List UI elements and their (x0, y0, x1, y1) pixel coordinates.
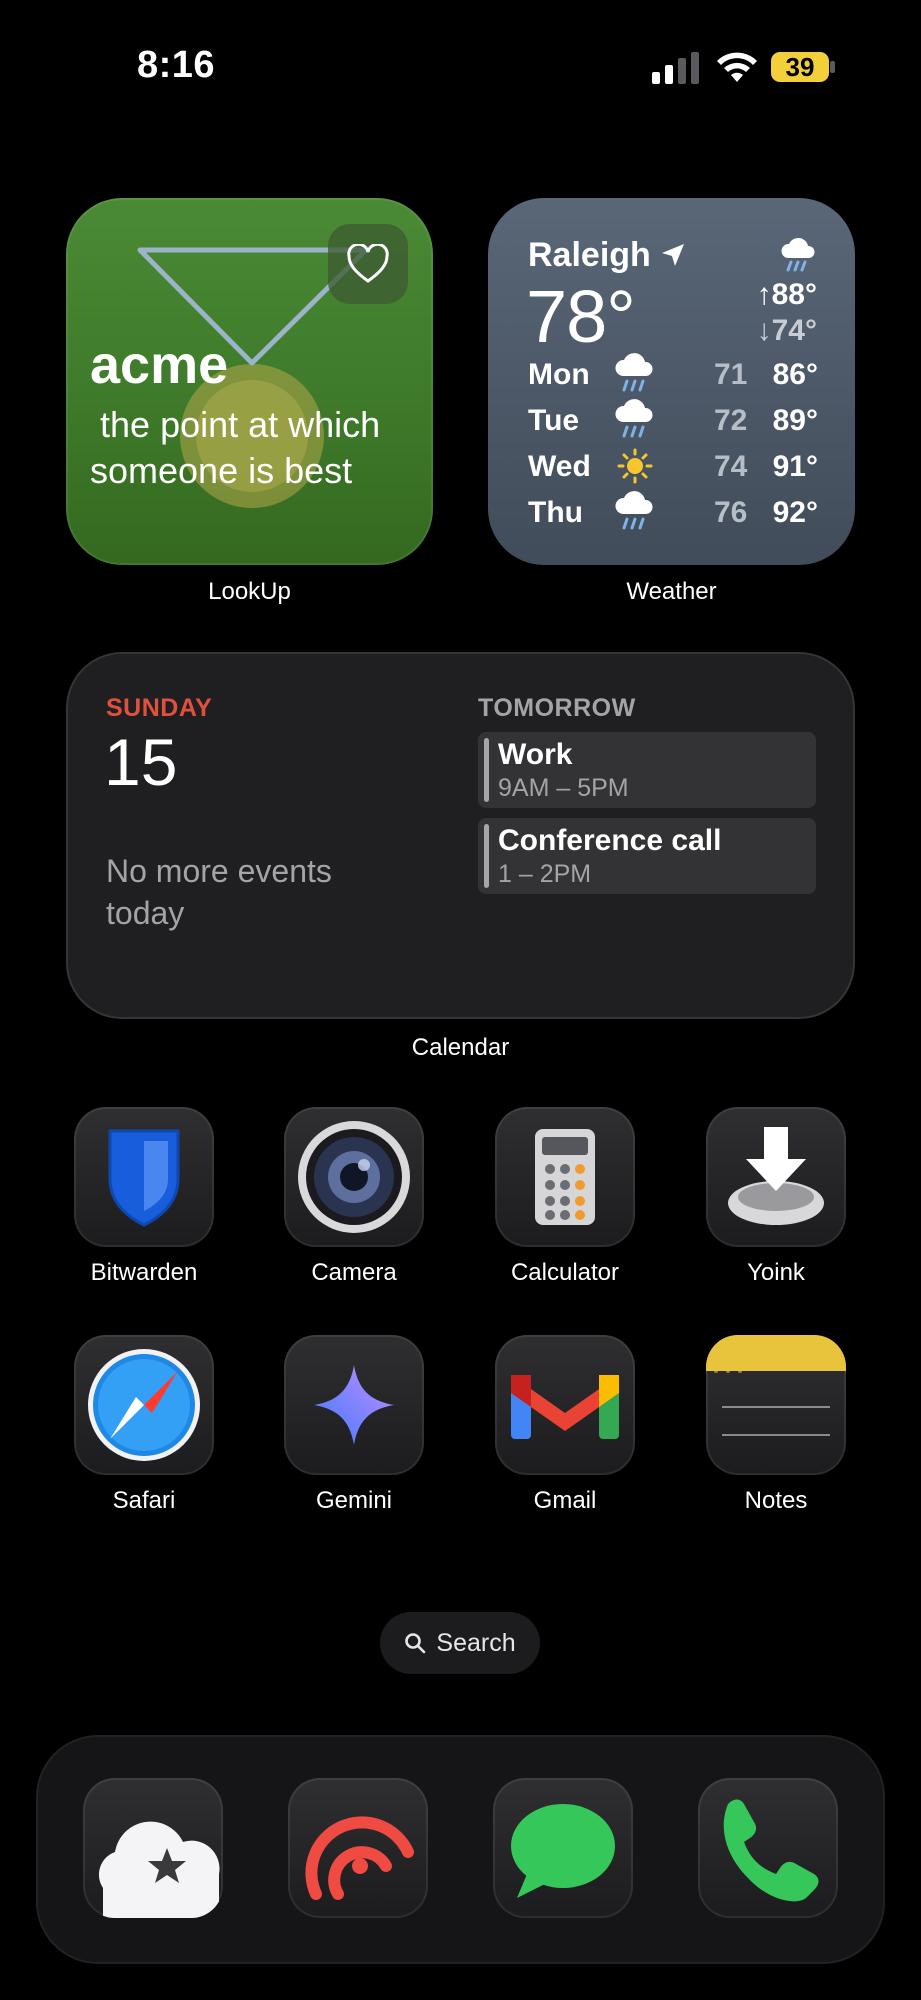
app-label: Notes (744, 1487, 808, 1514)
dock-app-messages[interactable] (493, 1778, 633, 1918)
camera-icon (298, 1121, 410, 1233)
sun-icon (617, 448, 653, 484)
cloud-rain-icon (615, 491, 653, 530)
shield-icon (108, 1129, 180, 1227)
app-bitwarden[interactable]: Bitwarden (74, 1107, 214, 1287)
status-time: 8:16 (137, 44, 216, 86)
heart-icon (347, 244, 389, 283)
forecast-day: Mon (528, 358, 590, 391)
cloud-rain-icon (781, 237, 815, 272)
calendar-widget[interactable]: SUNDAY 15 No more events today TOMORROW … (66, 652, 855, 1019)
forecast-row: Thu 76 92° (528, 491, 818, 540)
app-label: Camera (311, 1259, 397, 1286)
calendar-tomorrow-heading: TOMORROW (478, 694, 636, 722)
gmail-app-icon[interactable] (495, 1335, 635, 1475)
event-time: 9AM – 5PM (498, 774, 629, 802)
safari-app-icon[interactable] (74, 1335, 214, 1475)
calculator-icon (535, 1129, 595, 1225)
forecast-row: Wed 74 91° (528, 448, 818, 494)
calendar-event[interactable]: Work 9AM – 5PM (478, 732, 816, 808)
calendar-widget-label: Calendar (411, 1034, 510, 1061)
app-gemini[interactable]: Gemini (284, 1335, 424, 1515)
cloud-rain-icon (615, 399, 653, 438)
gmail-icon (511, 1375, 619, 1439)
notes-icon (706, 1335, 846, 1436)
battery-percent: 39 (785, 52, 815, 82)
dock-app-reeder[interactable] (83, 1778, 223, 1918)
weather-high: ↑88° (756, 278, 817, 311)
event-title: Work (498, 738, 573, 771)
app-label: Gemini (315, 1487, 393, 1514)
phone-icon (723, 1799, 819, 1902)
search-icon (405, 1633, 426, 1654)
calendar-event[interactable]: Conference call 1 – 2PM (478, 818, 816, 894)
forecast-high: 86° (772, 358, 818, 391)
podcast-icon (305, 1816, 414, 1900)
forecast-day: Tue (528, 404, 580, 437)
battery-indicator: 39 (770, 50, 836, 84)
forecast-day: Wed (528, 450, 591, 483)
lookup-definition: the point at which someone is best (90, 404, 391, 491)
weather-city-name: Raleigh (528, 236, 651, 274)
event-color-bar (484, 824, 489, 888)
app-gmail[interactable]: Gmail (495, 1335, 635, 1515)
calendar-weekday: SUNDAY (106, 694, 213, 722)
lookup-widget-label: LookUp (208, 578, 291, 605)
favorite-button[interactable] (328, 224, 408, 304)
gemini-app-icon[interactable] (284, 1335, 424, 1475)
app-notes[interactable]: Notes (706, 1335, 846, 1515)
app-label: Yoink (747, 1259, 805, 1286)
event-color-bar (484, 738, 489, 802)
calendar-no-events: No more events today (106, 853, 332, 931)
app-label: Bitwarden (90, 1259, 198, 1286)
app-safari[interactable]: Safari (74, 1335, 214, 1515)
cloud-star-icon (98, 1821, 220, 1918)
forecast-low: 71 (714, 358, 748, 391)
dock-app-podcast[interactable] (288, 1778, 428, 1918)
weather-widget-label: Weather (626, 578, 717, 605)
spotlight-search-button[interactable]: Search (380, 1612, 540, 1674)
yoink-app-icon[interactable] (706, 1107, 846, 1247)
lookup-widget[interactable]: acme the point at which someone is best (66, 198, 433, 565)
forecast-high: 91° (772, 450, 818, 483)
wifi-icon (717, 52, 757, 82)
app-calculator[interactable]: Calculator (495, 1107, 635, 1287)
download-tray-icon (728, 1127, 824, 1225)
event-time: 1 – 2PM (498, 860, 592, 888)
forecast-low: 76 (714, 496, 748, 529)
cloud-rain-icon (615, 353, 653, 392)
forecast-row: Mon 71 86° (528, 353, 818, 402)
app-label: Calculator (510, 1259, 620, 1286)
weather-low: ↓74° (756, 314, 817, 347)
forecast-day: Thu (528, 496, 583, 529)
weather-current-temp: 78° (526, 275, 636, 358)
forecast-low: 72 (714, 404, 748, 437)
camera-app-icon[interactable] (284, 1107, 424, 1247)
forecast-row: Tue 72 89° (528, 399, 818, 448)
sparkle-icon (314, 1365, 394, 1445)
weather-widget[interactable]: Raleigh 78° ↑88° ↓74° Mon 71 86° Tue 72 … (488, 198, 855, 565)
location-arrow-icon (662, 244, 685, 266)
search-label: Search (436, 1628, 516, 1657)
calendar-date: 15 (104, 725, 178, 799)
forecast-high: 89° (772, 404, 818, 437)
dock-app-phone[interactable] (698, 1778, 838, 1918)
compass-icon (88, 1349, 200, 1461)
app-label: Safari (112, 1487, 176, 1514)
lookup-word: acme (90, 335, 229, 395)
message-bubble-icon (511, 1804, 615, 1898)
app-label: Gmail (533, 1487, 597, 1514)
forecast-high: 92° (772, 496, 818, 529)
notes-app-icon[interactable] (706, 1335, 846, 1475)
event-title: Conference call (498, 824, 722, 857)
weather-city: Raleigh (528, 236, 686, 275)
forecast-low: 74 (714, 450, 748, 483)
calculator-app-icon[interactable] (495, 1107, 635, 1247)
app-camera[interactable]: Camera (284, 1107, 424, 1287)
app-yoink[interactable]: Yoink (706, 1107, 846, 1287)
cellular-signal-icon (652, 52, 699, 84)
bitwarden-app-icon[interactable] (74, 1107, 214, 1247)
